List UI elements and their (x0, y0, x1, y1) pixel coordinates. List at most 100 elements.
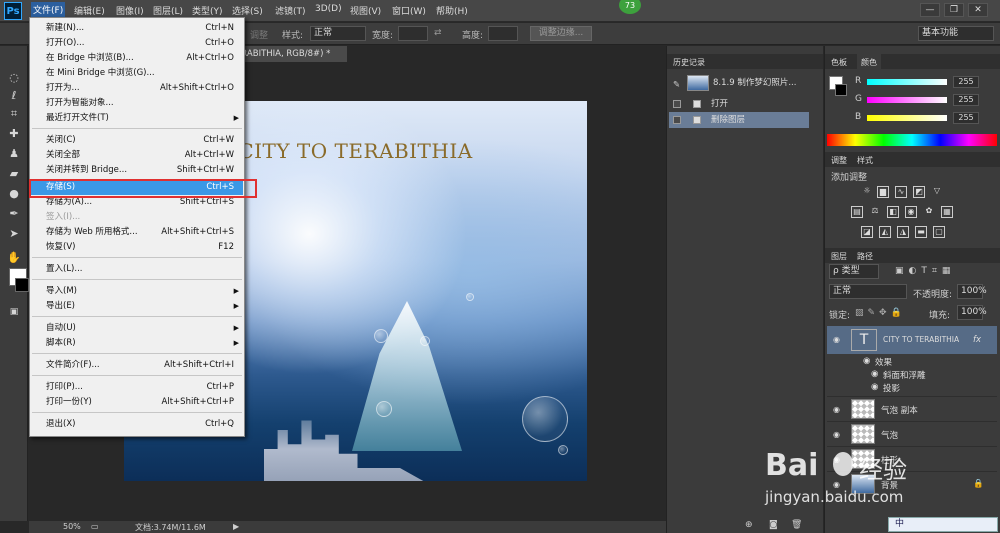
menu-item-save-for-web[interactable]: 存储为 Web 所用格式... Alt+Shift+Ctrl+S (31, 225, 243, 240)
eye-icon[interactable]: ◉ (833, 335, 840, 344)
menu-help[interactable]: 帮助(H) (436, 4, 468, 17)
hue-icon[interactable]: ▤ (851, 206, 863, 218)
menu-image[interactable]: 图像(I) (116, 4, 144, 17)
eye-icon[interactable]: ◉ (833, 430, 840, 439)
layer-row-text[interactable]: ◉ T CITY TO TERABITHIA fx (827, 326, 997, 354)
menu-item-import[interactable]: 导入(M) ▶ (31, 284, 243, 299)
balance-icon[interactable]: ⚖ (869, 206, 881, 218)
background-color-swatch[interactable] (15, 278, 29, 292)
eye-icon[interactable]: ◉ (833, 405, 840, 414)
menu-item-file-info[interactable]: 文件简介(F)... Alt+Shift+Ctrl+I (31, 358, 243, 373)
color-ramp[interactable] (827, 134, 997, 146)
tab-swatches[interactable]: 色板 (831, 57, 847, 68)
eraser-tool-icon[interactable]: ▰ (6, 166, 22, 182)
menu-item-open-as[interactable]: 打开为... Alt+Shift+Ctrl+O (31, 81, 243, 96)
slider-track[interactable] (867, 79, 947, 85)
layer-filter-select[interactable]: ρ 类型 (829, 264, 879, 279)
lasso-tool-icon[interactable]: ℓ (6, 88, 22, 104)
tab-adjustments[interactable]: 调整 (831, 155, 847, 166)
tab-layers[interactable]: 图层 (831, 251, 847, 262)
invert-icon[interactable]: ◪ (861, 226, 873, 238)
menu-type[interactable]: 类型(Y) (192, 4, 223, 17)
trash-icon[interactable]: 🗑 (791, 520, 802, 530)
zoom-level[interactable]: 50% (63, 522, 81, 531)
exposure-icon[interactable]: ◩ (913, 186, 925, 198)
menu-item-print-one[interactable]: 打印一份(Y) Alt+Shift+Ctrl+P (31, 395, 243, 410)
menu-item-close[interactable]: 关闭(C) Ctrl+W (31, 133, 243, 148)
menu-item-print[interactable]: 打印(P)... Ctrl+P (31, 380, 243, 395)
tab-history[interactable]: 历史记录 (673, 57, 705, 68)
mixer-icon[interactable]: ✿ (923, 206, 935, 218)
tab-paths[interactable]: 路径 (857, 251, 873, 262)
history-snapshot[interactable]: ✎ 8.1.9 制作梦幻照片... (669, 72, 809, 94)
menu-item-place[interactable]: 置入(L)... (31, 262, 243, 277)
notification-badge[interactable]: 73 (619, 0, 641, 14)
menu-view[interactable]: 视图(V) (350, 4, 381, 17)
green-value[interactable]: 255 (953, 94, 979, 106)
red-value[interactable]: 255 (953, 76, 979, 88)
width-input[interactable] (398, 26, 428, 41)
menu-item-browse-mini-bridge[interactable]: 在 Mini Bridge 中浏览(G)... (31, 66, 243, 81)
effect-eye-icon[interactable]: ◉ (863, 356, 870, 366)
workspace-select[interactable]: 基本功能 (918, 26, 994, 41)
document-tab[interactable]: ERABITHIA, RGB/8#) * (232, 46, 347, 62)
menu-item-revert[interactable]: 恢复(V) F12 (31, 240, 243, 255)
menu-item-close-all[interactable]: 关闭全部 Alt+Ctrl+W (31, 148, 243, 163)
lookup-icon[interactable]: ▦ (941, 206, 953, 218)
crop-tool-icon[interactable]: ⌗ (6, 106, 22, 122)
hand-tool-icon[interactable]: ✋ (6, 250, 22, 266)
menu-item-open-smart-object[interactable]: 打开为智能对象... (31, 96, 243, 111)
minimize-button[interactable]: — (920, 3, 940, 17)
opacity-input[interactable]: 100% (957, 284, 987, 299)
status-arrow-icon[interactable]: ▶ (233, 522, 239, 531)
blue-value[interactable]: 255 (953, 112, 979, 124)
menu-layer[interactable]: 图层(L) (153, 4, 183, 17)
close-button[interactable]: ✕ (968, 3, 988, 17)
layer-row[interactable]: ◉ 气泡 副本 (827, 396, 997, 420)
menu-window[interactable]: 窗口(W) (392, 4, 426, 17)
menu-3d[interactable]: 3D(D) (315, 4, 342, 14)
marquee-tool-icon[interactable]: ◌ (6, 70, 22, 86)
effect-item[interactable]: ◉ 投影 (827, 382, 997, 394)
selective-color-icon[interactable]: ▢ (933, 226, 945, 238)
effect-item[interactable]: ◉ 斜面和浮雕 (827, 369, 997, 381)
brightness-icon[interactable]: ☼ (861, 186, 873, 198)
ime-toolbar[interactable]: 中 (888, 517, 998, 532)
healing-tool-icon[interactable]: ✚ (6, 126, 22, 142)
effects-row[interactable]: ◉ 效果 (827, 356, 997, 368)
bg-swatch[interactable] (835, 84, 847, 96)
curves-icon[interactable]: ∿ (895, 186, 907, 198)
vibrance-icon[interactable]: ▽ (931, 186, 943, 198)
effect-eye-icon[interactable]: ◉ (871, 369, 878, 379)
menu-item-new[interactable]: 新建(N)... Ctrl+N (31, 21, 243, 36)
threshold-icon[interactable]: ◮ (897, 226, 909, 238)
quick-mask-icon[interactable]: ▣ (6, 304, 22, 320)
menu-item-export[interactable]: 导出(E) ▶ (31, 299, 243, 314)
camera-icon[interactable]: ◙ (769, 520, 778, 530)
ime-mode-label[interactable]: 中 (895, 519, 904, 529)
height-input[interactable] (488, 26, 518, 41)
tab-styles[interactable]: 样式 (857, 155, 873, 166)
gradient-map-icon[interactable]: ▬ (915, 226, 927, 238)
menu-filter[interactable]: 滤镜(T) (275, 4, 306, 17)
pen-tool-icon[interactable]: ✒ (6, 206, 22, 222)
fx-icon[interactable]: fx (973, 335, 981, 345)
fill-input[interactable]: 100% (957, 305, 987, 320)
menu-item-close-go-bridge[interactable]: 关闭并转到 Bridge... Shift+Ctrl+W (31, 163, 243, 178)
menu-item-browse-bridge[interactable]: 在 Bridge 中浏览(B)... Alt+Ctrl+O (31, 51, 243, 66)
style-select[interactable]: 正常 (310, 26, 366, 41)
menu-item-exit[interactable]: 退出(X) Ctrl+Q (31, 417, 243, 432)
slider-track[interactable] (867, 97, 947, 103)
dodge-tool-icon[interactable]: ● (6, 186, 22, 202)
lock-icons[interactable]: ▨✎✥🔒 (855, 308, 906, 318)
refine-edge-button[interactable]: 调整边缘... (530, 26, 592, 41)
restore-button[interactable]: ❐ (944, 3, 964, 17)
blend-mode-select[interactable]: 正常 (829, 284, 907, 299)
new-doc-from-state-icon[interactable]: ⊕ (745, 520, 753, 530)
history-item[interactable]: 删除图层 (669, 112, 809, 128)
stamp-tool-icon[interactable]: ♟ (6, 146, 22, 162)
layer-row[interactable]: ◉ 气泡 (827, 421, 997, 445)
menu-item-scripts[interactable]: 脚本(R) ▶ (31, 336, 243, 351)
menu-item-recent[interactable]: 最近打开文件(T) ▶ (31, 111, 243, 126)
layer-filter-icons[interactable]: ▣◐T⌗▦ (895, 266, 955, 276)
